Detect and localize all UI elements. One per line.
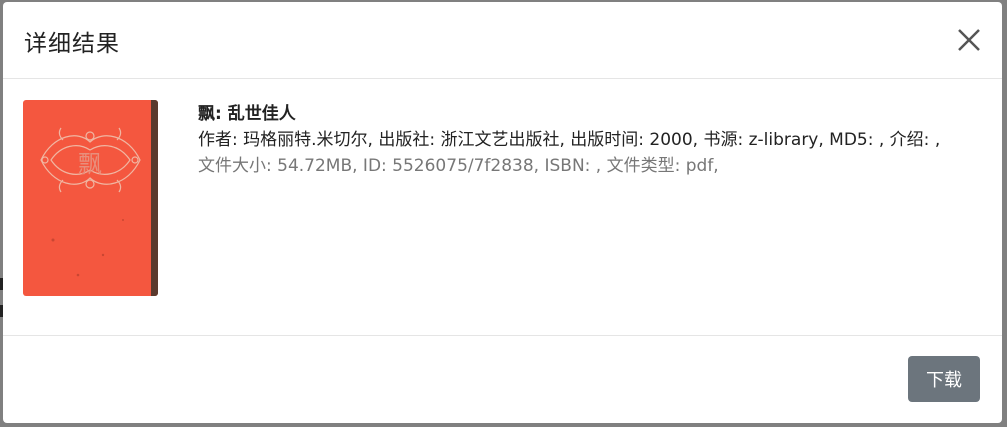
download-button[interactable]: 下载 (908, 356, 980, 402)
book-cover-image: 飘 (23, 100, 158, 296)
modal-title: 详细结果 (24, 31, 120, 57)
modal-header: 详细结果 (3, 2, 1002, 79)
cover-title-text: 飘 (78, 150, 102, 178)
book-details: 作者: 玛格丽特.米切尔, 出版社: 浙江文艺出版社, 出版时间: 2000, … (198, 130, 941, 150)
book-title: 飘: 乱世佳人 (198, 104, 296, 124)
book-info: 飘: 乱世佳人 作者: 玛格丽特.米切尔, 出版社: 浙江文艺出版社, 出版时间… (198, 101, 958, 179)
close-icon (958, 29, 980, 51)
book-file-meta: 文件大小: 54.72MB, ID: 5526075/7f2838, ISBN:… (198, 156, 719, 176)
result-detail-modal: 详细结果 飘 飘: 乱世佳人 作者: 玛格丽特.米切尔, 出版社: 浙江文艺出版… (3, 2, 1002, 423)
close-button[interactable] (956, 27, 982, 53)
modal-body: 飘 飘: 乱世佳人 作者: 玛格丽特.米切尔, 出版社: 浙江文艺出版社, 出版… (3, 79, 1002, 336)
modal-footer: 下载 (3, 336, 1002, 423)
